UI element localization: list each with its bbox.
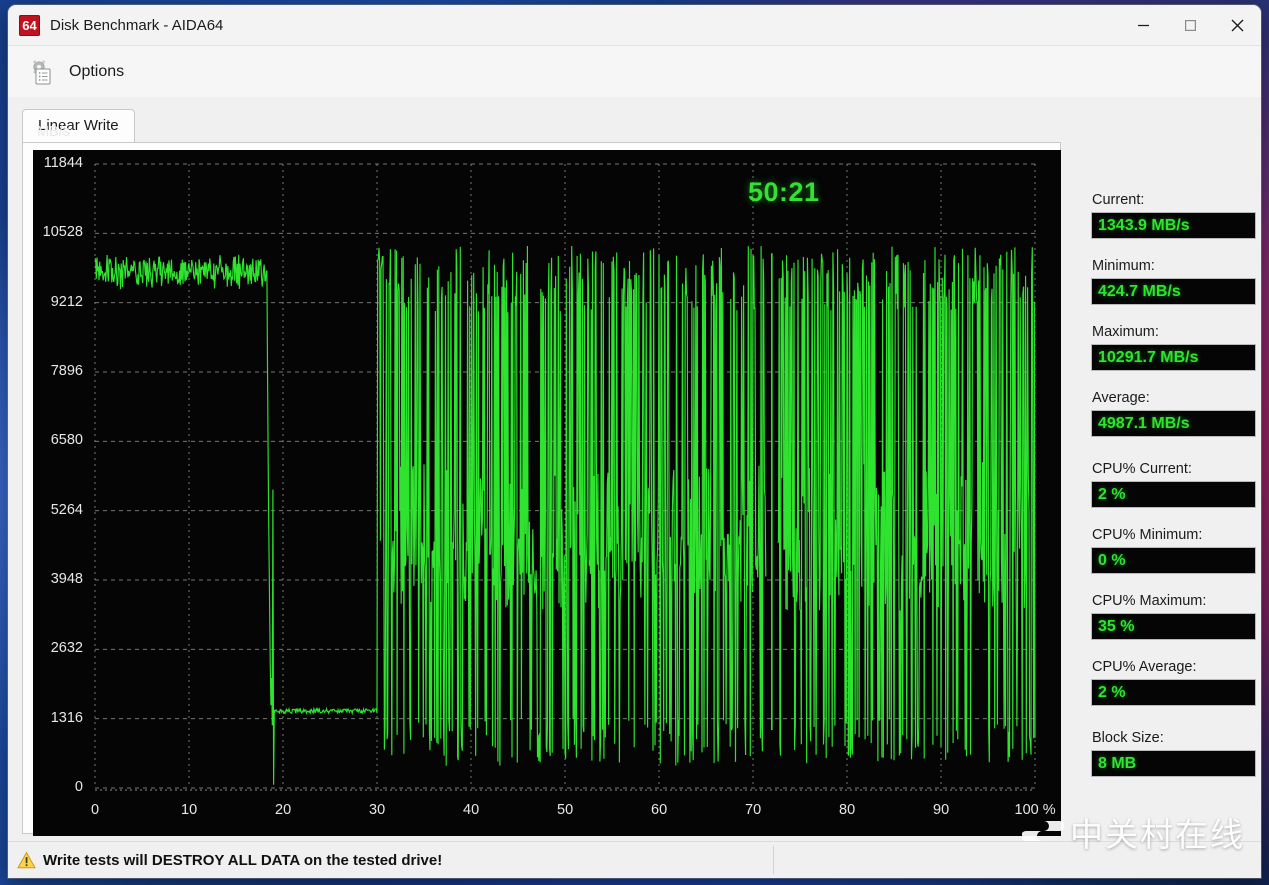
elapsed-timer: 50:21 [748, 176, 820, 207]
y-axis-tick-label: 9212 [50, 293, 83, 310]
stat-value: 2 % [1098, 683, 1126, 701]
stat-label: Minimum: [1092, 258, 1155, 274]
throughput-chart: MB/s 50:21 0 1316 2632 3948 5264 6580 7896 9212… [33, 124, 1061, 836]
y-axis-tick-label: 6580 [50, 432, 83, 449]
stat-value: 2 % [1098, 485, 1126, 503]
stat-value: 10291.7 MB/s [1098, 348, 1199, 366]
y-axis-tick-label: 5264 [50, 501, 83, 518]
x-axis-tick-label: 50 [557, 802, 574, 818]
x-axis-tick-label: 80 [839, 802, 856, 818]
stat-label: Block Size: [1092, 730, 1164, 746]
y-axis-tick-label: 0 [74, 779, 83, 795]
stat-value: 8 MB [1098, 754, 1137, 772]
stat-label: Maximum: [1092, 324, 1159, 340]
x-axis-tick-label: 20 [275, 802, 292, 818]
stat-value: 1343.9 MB/s [1098, 216, 1190, 234]
stat-label: Current: [1092, 192, 1145, 208]
throughput-trace [94, 245, 1036, 785]
x-axis-tick-label: 40 [463, 802, 480, 818]
stat-value-box: 0 % [1091, 547, 1256, 574]
stat-label: Average: [1092, 390, 1150, 406]
warning-triangle-icon [17, 851, 36, 868]
y-axis-tick-label: 11844 [43, 155, 83, 171]
y-axis-tick-label: 3948 [50, 571, 83, 587]
close-icon [1231, 19, 1244, 31]
stat-value-box: 1343.9 MB/s [1091, 212, 1256, 239]
y-axis-tick-label: 7896 [50, 363, 83, 379]
content-area: Linear Write MB/s 50:21 0 1316 2632 3948 526… [8, 97, 1261, 878]
stat-label: CPU% Maximum: [1092, 593, 1207, 609]
status-bar-divider [773, 846, 774, 874]
stat-value: 4987.1 MB/s [1098, 414, 1190, 432]
stat-value: 424.7 MB/s [1098, 282, 1181, 300]
stat-value-box: 10291.7 MB/s [1091, 344, 1256, 371]
stat-label: CPU% Current: [1092, 461, 1192, 477]
y-axis-tick-label: 1316 [50, 709, 83, 726]
stat-value-box: 2 % [1091, 481, 1256, 508]
options-label: Options [69, 63, 125, 80]
stat-value-box: 424.7 MB/s [1091, 278, 1256, 305]
y-axis-tick-label: 10528 [42, 224, 83, 241]
close-button[interactable] [1214, 5, 1261, 45]
maximize-icon [1185, 19, 1197, 31]
aida64-disk-benchmark-window: 64 Disk Benchmark - AIDA64 Options Linea… [8, 5, 1261, 878]
stat-label: CPU% Minimum: [1092, 527, 1203, 543]
window-title: Disk Benchmark - AIDA64 [50, 16, 224, 34]
y-axis-tick-label: 2632 [50, 640, 83, 657]
statistics-sidebar: Current: 1343.9 MB/s Minimum: 424.7 MB/s Max… [1078, 192, 1261, 777]
x-axis-tick-label: 10 [181, 802, 198, 818]
minimize-button[interactable] [1120, 5, 1167, 45]
stat-label: CPU% Average: [1092, 659, 1197, 675]
minimize-icon [1138, 24, 1149, 26]
toolbar: Options [8, 46, 1261, 99]
stat-value: 35 % [1098, 617, 1135, 635]
window-controls [1120, 5, 1261, 45]
stat-value: 0 % [1098, 551, 1126, 569]
y-axis-unit-label: MB/s [37, 124, 71, 140]
maximize-button[interactable] [1167, 5, 1214, 45]
x-axis-tick-label: 0 [91, 802, 100, 818]
stat-value-box: 8 MB [1091, 750, 1256, 777]
aida64-app-icon: 64 [19, 14, 40, 36]
x-axis-tick-label: 60 [651, 802, 668, 818]
x-axis-tick-label: 100 % [1014, 802, 1056, 818]
stat-value-box: 35 % [1091, 613, 1256, 640]
stat-value-box: 4987.1 MB/s [1091, 410, 1256, 437]
status-bar: Write tests will DESTROY ALL DATA on the… [8, 841, 1261, 878]
options-gear-icon [28, 57, 58, 87]
warning-text: Write tests will DESTROY ALL DATA on the… [43, 851, 443, 869]
throughput-line [94, 245, 1036, 785]
x-axis-tick-label: 90 [933, 802, 950, 818]
options-button[interactable]: Options [20, 53, 132, 91]
title-bar: 64 Disk Benchmark - AIDA64 [8, 5, 1261, 46]
stat-value-box: 2 % [1091, 679, 1256, 706]
x-axis-tick-label: 30 [369, 802, 386, 818]
x-axis-tick-label: 70 [745, 802, 762, 818]
